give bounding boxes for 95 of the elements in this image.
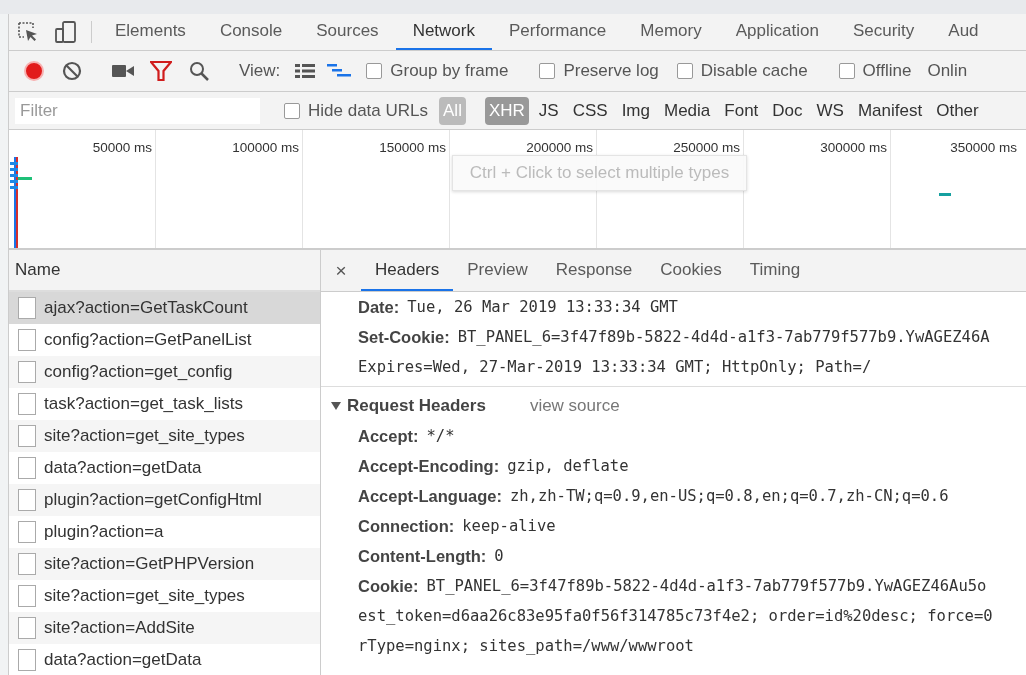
video-camera-icon[interactable] bbox=[112, 63, 134, 79]
list-view-icon[interactable] bbox=[295, 63, 316, 79]
checkbox[interactable] bbox=[366, 63, 383, 79]
inspect-icon[interactable] bbox=[17, 21, 39, 43]
throttling-dropdown[interactable]: Onlin bbox=[927, 61, 968, 81]
option-label: Preserve log bbox=[563, 61, 659, 81]
waterfall-view-icon[interactable] bbox=[327, 63, 352, 79]
option-label: Group by frame bbox=[390, 61, 509, 81]
request-name[interactable]: data?action=getData bbox=[44, 650, 202, 670]
panel-tab[interactable]: Application bbox=[718, 14, 836, 50]
filter-icon[interactable] bbox=[150, 61, 172, 81]
close-button[interactable]: × bbox=[321, 250, 361, 291]
file-icon bbox=[18, 457, 36, 479]
checkbox[interactable] bbox=[838, 63, 855, 79]
time-tick: 200000 ms bbox=[526, 140, 593, 155]
tooltip: Ctrl + Click to select multiple types bbox=[452, 155, 747, 191]
header-value: Tue, 26 Mar 2019 13:33:34 GMT bbox=[407, 298, 678, 316]
header-name: Accept-Language: bbox=[358, 486, 502, 506]
file-icon bbox=[18, 361, 36, 383]
filter-field[interactable]: Filter bbox=[15, 97, 260, 124]
search-icon[interactable] bbox=[189, 61, 209, 81]
request-name[interactable]: plugin?action=a bbox=[44, 522, 164, 542]
column-header[interactable]: Name bbox=[9, 250, 320, 292]
header-name: Accept: bbox=[358, 426, 419, 446]
time-tick: 150000 ms bbox=[379, 140, 446, 155]
panel-tab[interactable]: Console bbox=[202, 14, 300, 50]
type-filter-button[interactable]: CSS bbox=[568, 96, 612, 125]
header-value: */* bbox=[426, 427, 455, 445]
option-label: Hide data URLs bbox=[308, 100, 428, 121]
clear-icon[interactable] bbox=[62, 61, 82, 81]
type-filter-button[interactable]: JS bbox=[534, 96, 563, 125]
timeline-bar-drawing bbox=[939, 193, 951, 196]
details-tab[interactable]: Headers bbox=[361, 250, 454, 291]
file-icon bbox=[18, 297, 36, 319]
file-icon bbox=[18, 649, 36, 671]
panel-tab[interactable]: Security bbox=[835, 14, 932, 50]
file-icon bbox=[18, 489, 36, 511]
header-value: zh,zh-TW;q=0.9,en-US;q=0.8,en;q=0.7,zh-CN;q=0.6 bbox=[509, 487, 949, 505]
time-tick: 250000 ms bbox=[673, 140, 740, 155]
request-name[interactable]: data?action=getData bbox=[44, 458, 202, 478]
time-tick: 300000 ms bbox=[820, 140, 887, 155]
details-tab[interactable]: Cookies bbox=[646, 250, 736, 291]
record-icon[interactable] bbox=[24, 61, 44, 81]
view-label: View: bbox=[239, 61, 281, 81]
panel-tab[interactable]: Elements bbox=[98, 14, 203, 50]
file-icon bbox=[18, 585, 36, 607]
header-name: Date: bbox=[358, 297, 400, 317]
type-filter-button[interactable]: Img bbox=[617, 96, 654, 125]
file-icon bbox=[18, 521, 36, 543]
header-value: keep-alive bbox=[462, 517, 556, 535]
header-value: BT_PANEL_6=3f47f89b-5822-4d4d-a1f3-7ab779f577b9.YwAGEZ46Au5o bbox=[426, 577, 987, 595]
details-tab[interactable]: Response bbox=[541, 250, 647, 291]
file-icon bbox=[18, 329, 36, 351]
file-icon bbox=[18, 553, 36, 575]
panel-tab[interactable]: Memory bbox=[623, 14, 719, 50]
header-value: gzip, deflate bbox=[507, 457, 629, 475]
file-icon bbox=[18, 393, 36, 415]
header-name: Content-Length: bbox=[358, 546, 487, 566]
option-label: Offline bbox=[862, 61, 912, 81]
time-tick: 50000 ms bbox=[92, 140, 152, 155]
type-filter-button[interactable]: Manifest bbox=[853, 96, 927, 125]
details-tab[interactable]: Timing bbox=[735, 250, 815, 291]
checkbox[interactable] bbox=[676, 63, 693, 79]
view-source-link[interactable]: view source bbox=[529, 396, 620, 416]
file-icon bbox=[18, 425, 36, 447]
panel-tab[interactable]: Sources bbox=[299, 14, 396, 50]
request-name[interactable]: task?action=get_task_lists bbox=[44, 394, 243, 414]
expand-triangle-icon[interactable] bbox=[331, 401, 341, 411]
header-name: Set-Cookie: bbox=[358, 327, 450, 347]
section-title: Request Headers bbox=[347, 396, 486, 416]
checkbox[interactable] bbox=[539, 63, 556, 79]
type-filter-button[interactable]: Doc bbox=[768, 96, 807, 125]
device-toolbar-icon[interactable] bbox=[54, 21, 78, 43]
option-label: Disable cache bbox=[700, 61, 808, 81]
type-filter-button[interactable]: Font bbox=[720, 96, 763, 125]
header-name: Cookie: bbox=[358, 576, 419, 596]
checkbox[interactable] bbox=[284, 102, 300, 119]
type-filter-button[interactable]: Other bbox=[932, 96, 983, 125]
request-name[interactable]: config?action=GetPanelList bbox=[44, 330, 252, 350]
request-name[interactable]: site?action=get_site_types bbox=[44, 586, 245, 606]
header-value: est_token=d6aa26c83e95fa0f56f314785c73f4e2; order=id%20desc; force=0 bbox=[358, 607, 993, 625]
header-value: BT_PANEL_6=3f47f89b-5822-4d4d-a1f3-7ab779f577b9.YwAGEZ46A bbox=[457, 328, 990, 346]
panel-tab[interactable]: Aud bbox=[931, 14, 996, 50]
header-name: Accept-Encoding: bbox=[358, 456, 500, 476]
header-value: 0 bbox=[494, 547, 504, 565]
type-filter-button[interactable]: WS bbox=[812, 96, 848, 125]
time-tick: 100000 ms bbox=[232, 140, 299, 155]
header-value: Expires=Wed, 27-Mar-2019 13:33:34 GMT; HttpOnly; Path=/ bbox=[358, 358, 872, 376]
header-name: Connection: bbox=[358, 516, 455, 536]
type-filter-button[interactable]: Media bbox=[660, 96, 715, 125]
file-icon bbox=[18, 617, 36, 639]
panel-tab[interactable]: Performance bbox=[492, 14, 624, 50]
header-value: rType=nginx; sites_path=/www/wwwroot bbox=[358, 637, 694, 655]
details-tab[interactable]: Preview bbox=[453, 250, 542, 291]
time-tick: 350000 ms bbox=[950, 140, 1017, 155]
